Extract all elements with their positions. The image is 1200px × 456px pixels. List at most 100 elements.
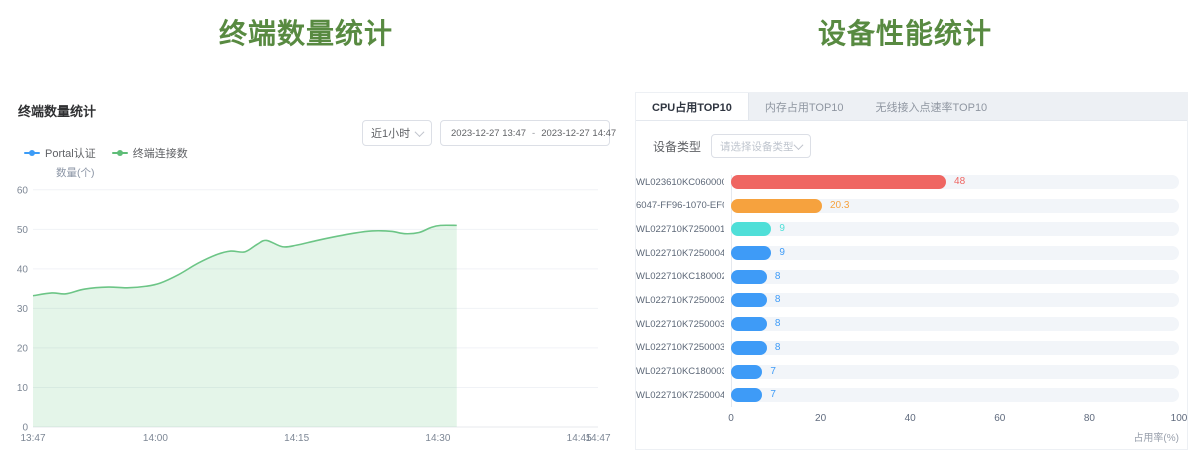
bar-row: WL022710K725000307 8 bbox=[636, 317, 1187, 331]
date-range-picker[interactable]: 2023-12-27 13:47 - 2023-12-27 14:47 bbox=[440, 120, 610, 146]
chevron-down-icon bbox=[415, 127, 425, 137]
bar-row: WL022710KC18000372 7 bbox=[636, 365, 1187, 379]
x-tick-label: 0 bbox=[728, 413, 734, 424]
bar-track: 48 bbox=[731, 175, 1179, 189]
select-placeholder: 请选择设备类型 bbox=[720, 139, 794, 154]
svg-text:14:15: 14:15 bbox=[284, 433, 309, 444]
bar-category-label: WL022710K725000369 bbox=[636, 342, 724, 353]
bar-track: 8 bbox=[731, 270, 1179, 284]
bar-chart: WL023610KC06000043 48 6047-FF96-1070-EF0A 2… bbox=[636, 175, 1187, 402]
bar-fill bbox=[731, 270, 767, 284]
chart-controls: 近1小时 2023-12-27 13:47 - 2023-12-27 14:47 bbox=[362, 120, 610, 146]
svg-text:60: 60 bbox=[17, 185, 29, 196]
svg-text:14:30: 14:30 bbox=[425, 433, 450, 444]
svg-text:20: 20 bbox=[17, 343, 29, 354]
line-chart: 0 10 20 30 40 50 60 数量(个) 13:47 14:00 14:15 14:30 14… bbox=[18, 160, 610, 450]
bar-row: 6047-FF96-1070-EF0A 20.3 bbox=[636, 199, 1187, 213]
chevron-down-icon bbox=[794, 140, 804, 150]
bar-value-label: 7 bbox=[770, 367, 776, 377]
bar-category-label: WL022710K725000470 bbox=[636, 390, 724, 401]
bar-track: 7 bbox=[731, 388, 1179, 402]
bar-category-label: WL023610KC06000043 bbox=[636, 177, 724, 188]
svg-text:30: 30 bbox=[17, 304, 29, 315]
bar-value-label: 8 bbox=[775, 295, 781, 305]
device-type-select[interactable]: 请选择设备类型 bbox=[711, 134, 811, 158]
bar-category-label: WL022710K725000307 bbox=[636, 319, 724, 330]
bar-track: 9 bbox=[731, 246, 1179, 260]
tabs: CPU占用TOP10内存占用TOP10无线接入点速率TOP10 bbox=[636, 93, 1187, 121]
bar-row: WL022710K725000409 9 bbox=[636, 246, 1187, 260]
bar-category-label: 6047-FF96-1070-EF0A bbox=[636, 200, 724, 211]
date-separator: - bbox=[530, 128, 537, 139]
x-tick-label: 80 bbox=[1084, 413, 1095, 424]
bar-track: 8 bbox=[731, 293, 1179, 307]
bar-value-label: 20.3 bbox=[830, 201, 849, 211]
x-axis-name: 占用率(%) bbox=[1133, 429, 1179, 444]
bar-fill bbox=[731, 365, 762, 379]
bar-track: 8 bbox=[731, 317, 1179, 331]
bar-track: 7 bbox=[731, 365, 1179, 379]
legend-label: Portal认证 bbox=[45, 145, 96, 161]
x-axis: 020406080100 bbox=[731, 413, 1179, 425]
time-range-value: 近1小时 bbox=[371, 125, 410, 141]
svg-text:40: 40 bbox=[17, 264, 29, 275]
svg-text:数量(个): 数量(个) bbox=[56, 166, 95, 179]
legend-marker-icon bbox=[24, 152, 40, 154]
panel-title: 终端数量统计 bbox=[18, 96, 610, 120]
bar-category-label: WL022710K725000409 bbox=[636, 248, 724, 259]
bar-value-label: 8 bbox=[775, 319, 781, 329]
legend-marker-icon bbox=[112, 152, 128, 154]
bar-row: WL022710K725000272 8 bbox=[636, 293, 1187, 307]
tab-2[interactable]: 无线接入点速率TOP10 bbox=[860, 93, 1004, 120]
bar-fill bbox=[731, 199, 822, 213]
bar-row: WL022710KC18000280 8 bbox=[636, 270, 1187, 284]
svg-text:14:47: 14:47 bbox=[585, 433, 610, 444]
filter-row: 设备类型 请选择设备类型 bbox=[653, 134, 1187, 158]
area-fill bbox=[33, 225, 457, 427]
svg-text:13:47: 13:47 bbox=[20, 433, 45, 444]
bar-value-label: 9 bbox=[779, 224, 785, 234]
legend-item[interactable]: 终端连接数 bbox=[112, 145, 188, 161]
time-range-select[interactable]: 近1小时 bbox=[362, 120, 432, 146]
bar-value-label: 9 bbox=[779, 248, 785, 258]
bar-category-label: WL022710KC18000280 bbox=[636, 271, 724, 282]
bar-value-label: 8 bbox=[775, 343, 781, 353]
bar-value-label: 7 bbox=[770, 390, 776, 400]
bar-fill bbox=[731, 222, 771, 236]
bar-row: WL022710K725000470 7 bbox=[636, 388, 1187, 402]
bar-track: 8 bbox=[731, 341, 1179, 355]
bar-track: 20.3 bbox=[731, 199, 1179, 213]
bar-fill bbox=[731, 293, 767, 307]
bar-row: WL023610KC06000043 48 bbox=[636, 175, 1187, 189]
bar-value-label: 8 bbox=[775, 272, 781, 282]
svg-text:50: 50 bbox=[17, 225, 29, 236]
page-title-right: 设备性能统计 bbox=[612, 12, 1198, 52]
x-tick-label: 20 bbox=[815, 413, 826, 424]
bar-track: 9 bbox=[731, 222, 1179, 236]
bar-row: WL022710K7250001029 bbox=[636, 222, 1187, 236]
legend-item[interactable]: Portal认证 bbox=[24, 145, 96, 161]
svg-text:14:00: 14:00 bbox=[143, 433, 168, 444]
bar-category-label: WL022710K725000272 bbox=[636, 295, 724, 306]
date-start: 2023-12-27 13:47 bbox=[451, 128, 526, 139]
legend-label: 终端连接数 bbox=[133, 145, 188, 161]
svg-text:10: 10 bbox=[17, 383, 29, 394]
x-tick-label: 60 bbox=[994, 413, 1005, 424]
bar-fill bbox=[731, 175, 946, 189]
date-end: 2023-12-27 14:47 bbox=[541, 128, 616, 139]
tab-0[interactable]: CPU占用TOP10 bbox=[636, 93, 749, 120]
legend: Portal认证 终端连接数 bbox=[24, 145, 188, 161]
x-tick-label: 40 bbox=[905, 413, 916, 424]
bar-category-label: WL022710KC18000372 bbox=[636, 366, 724, 377]
terminal-count-panel: 终端数量统计 近1小时 2023-12-27 13:47 - 2023-12-2… bbox=[18, 96, 610, 452]
svg-text:0: 0 bbox=[22, 423, 28, 434]
bar-value-label: 48 bbox=[954, 177, 965, 187]
bar-fill bbox=[731, 388, 762, 402]
page-title-left: 终端数量统计 bbox=[0, 12, 612, 52]
bar-fill bbox=[731, 246, 771, 260]
x-tick-label: 100 bbox=[1171, 413, 1188, 424]
device-type-label: 设备类型 bbox=[653, 138, 701, 155]
tab-1[interactable]: 内存占用TOP10 bbox=[749, 93, 860, 120]
bar-row: WL022710K725000369 8 bbox=[636, 341, 1187, 355]
device-performance-panel: CPU占用TOP10内存占用TOP10无线接入点速率TOP10 设备类型 请选择… bbox=[635, 92, 1188, 450]
